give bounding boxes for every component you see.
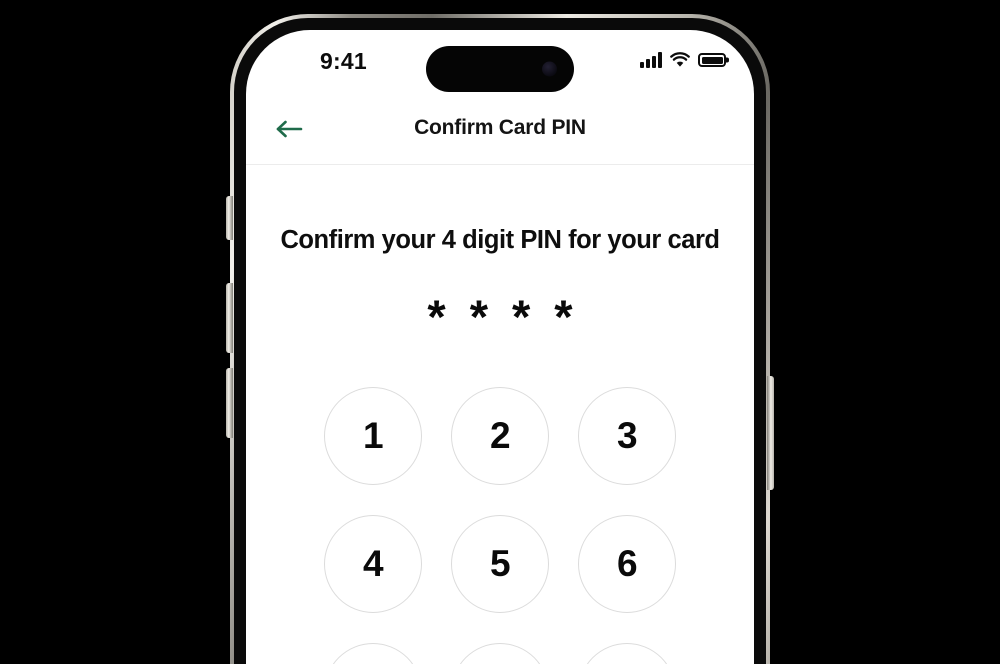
status-bar: 9:41 [246, 30, 754, 92]
dynamic-island [426, 46, 574, 92]
keypad-key-9[interactable]: 9 [578, 643, 676, 664]
pin-char-1: * [427, 289, 446, 343]
pin-instruction-heading: Confirm your 4 digit PIN for your card [280, 226, 720, 254]
keypad-key-3[interactable]: 3 [578, 387, 676, 485]
pin-char-4: * [554, 289, 573, 343]
numeric-keypad: 1 2 3 4 5 6 7 8 9 [246, 387, 754, 664]
pin-display: * * * * [246, 289, 754, 343]
keypad-key-1[interactable]: 1 [324, 387, 422, 485]
battery-fill [701, 56, 723, 64]
keypad-key-6[interactable]: 6 [578, 515, 676, 613]
battery-icon [698, 53, 726, 67]
pin-char-2: * [469, 289, 488, 343]
screen-content: Confirm your 4 digit PIN for your card *… [246, 166, 754, 664]
page-title: Confirm Card PIN [414, 116, 586, 139]
pin-char-3: * [512, 289, 531, 343]
phone-screen: 9:41 Confirm Card PIN Confirm your 4 dig… [246, 30, 754, 664]
keypad-key-8[interactable]: 8 [451, 643, 549, 664]
keypad-key-4[interactable]: 4 [324, 515, 422, 613]
status-indicators [640, 52, 726, 68]
signal-bars-icon [640, 52, 662, 68]
volume-down-button[interactable] [226, 368, 233, 438]
wifi-icon [670, 52, 690, 67]
power-button[interactable] [767, 376, 774, 490]
volume-up-button[interactable] [226, 283, 233, 353]
front-camera-lens-icon [542, 61, 557, 77]
status-time: 9:41 [320, 48, 367, 74]
screenshot-root: 9:41 Confirm Card PIN Confirm your 4 dig… [0, 0, 1000, 664]
keypad-key-2[interactable]: 2 [451, 387, 549, 485]
keypad-key-7[interactable]: 7 [324, 643, 422, 664]
keypad-key-5[interactable]: 5 [451, 515, 549, 613]
action-button[interactable] [226, 196, 233, 240]
app-header: Confirm Card PIN [246, 92, 754, 165]
